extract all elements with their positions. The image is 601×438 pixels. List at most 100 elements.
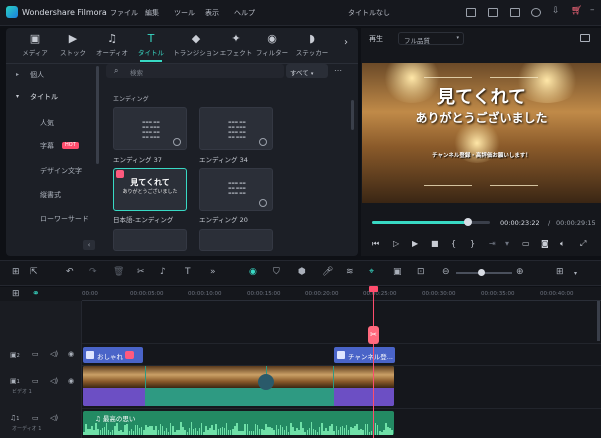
volume-icon[interactable]: ◁) bbox=[50, 377, 58, 385]
layout-grid-icon[interactable]: ⊞ bbox=[12, 267, 20, 277]
cart-icon[interactable]: 🛒︎ bbox=[571, 6, 582, 16]
collapse-sidebar-button[interactable]: ‹ bbox=[83, 240, 95, 250]
tab-titles[interactable]: T タイトル bbox=[132, 32, 170, 60]
menu-file[interactable]: ファイル bbox=[110, 8, 138, 18]
layout-icon[interactable] bbox=[510, 8, 520, 17]
tab-audio[interactable]: ♫ オーディオ bbox=[93, 32, 131, 60]
timeline-scrollbar[interactable] bbox=[597, 301, 600, 341]
monitor-icon[interactable] bbox=[466, 8, 476, 17]
pip-icon[interactable]: ▣ bbox=[393, 267, 402, 277]
folder-icon[interactable]: ▭ bbox=[32, 377, 39, 385]
sidebar-item-personal[interactable]: 個人 bbox=[30, 70, 44, 80]
menu-edit[interactable]: 編集 bbox=[145, 8, 159, 18]
play-reverse-icon[interactable]: ▶ bbox=[412, 239, 418, 248]
split-icon[interactable]: ✂ bbox=[137, 267, 145, 277]
tab-transitions[interactable]: ◆ トランジション bbox=[173, 32, 219, 60]
sidebar-item-subtitles[interactable]: 字幕 bbox=[40, 141, 54, 151]
mark-out-icon[interactable]: } bbox=[470, 239, 475, 248]
grid-view-icon[interactable]: ⊞ bbox=[556, 267, 564, 277]
more-tools-icon[interactable]: » bbox=[210, 267, 216, 277]
sidebar-item-popular[interactable]: 人気 bbox=[40, 118, 54, 128]
chevron-down-icon[interactable]: ▾ bbox=[505, 239, 509, 248]
menu-view[interactable]: 表示 bbox=[205, 8, 219, 18]
delete-icon[interactable]: 🗑︎ bbox=[113, 267, 124, 277]
link-icon[interactable]: ⚭ bbox=[32, 289, 40, 299]
folder-icon[interactable]: ▭ bbox=[32, 350, 39, 358]
tab-stickers[interactable]: ◗ ステッカー bbox=[292, 32, 332, 60]
zoom-out-icon[interactable]: ⊖ bbox=[442, 267, 450, 277]
render-icon[interactable]: ◉ bbox=[249, 267, 257, 277]
redo-icon[interactable]: ↷ bbox=[89, 267, 97, 277]
download-icon[interactable] bbox=[259, 138, 267, 146]
more-icon[interactable]: ⋯ bbox=[334, 66, 342, 75]
video-preview[interactable]: 見てくれて ありがとうございました チャンネル登録・高評価お願いします！ bbox=[362, 63, 601, 203]
download-icon[interactable] bbox=[173, 138, 181, 146]
chevron-down-icon[interactable]: ▾ bbox=[574, 270, 577, 277]
shield-icon[interactable]: ⛉ bbox=[273, 267, 280, 277]
voiceover-icon[interactable]: ≋ bbox=[346, 267, 354, 277]
save-icon[interactable] bbox=[488, 8, 498, 17]
eye-icon[interactable]: ◉ bbox=[68, 377, 74, 385]
title-thumbnail[interactable]: ▬▬▬ ▬▬ ▬▬ ▬▬▬ ▬▬▬ ▬▬ ▬▬ ▬▬▬ bbox=[113, 107, 187, 150]
playback-scrubber[interactable] bbox=[463, 218, 472, 226]
camera-icon[interactable]: ◙ bbox=[541, 239, 549, 248]
title-clip[interactable]: おしゃれ bbox=[83, 347, 143, 363]
account-icon[interactable] bbox=[531, 8, 541, 17]
title-thumbnail[interactable]: ▬▬▬ ▬▬ ▬▬ ▬▬▬ ▬▬▬ ▬▬ bbox=[199, 168, 273, 211]
marker-icon[interactable]: ⬢ bbox=[298, 267, 306, 277]
insert-icon[interactable]: ⇥ bbox=[489, 239, 496, 248]
fullscreen-icon[interactable]: ⤢ bbox=[580, 239, 586, 249]
download-icon[interactable] bbox=[259, 199, 267, 207]
text-tool-icon[interactable]: T bbox=[185, 267, 191, 277]
undo-icon[interactable]: ↶ bbox=[66, 267, 74, 277]
stop-icon[interactable]: ■ bbox=[431, 239, 439, 248]
add-track-icon[interactable]: ⊞ bbox=[12, 289, 20, 299]
chevron-down-icon[interactable]: ▾ bbox=[16, 93, 19, 100]
sidebar-item-titles[interactable]: タイトル bbox=[30, 92, 58, 102]
prev-frame-icon[interactable]: ⏮ bbox=[372, 239, 379, 249]
download-icon[interactable]: ⇩ bbox=[552, 6, 560, 16]
sidebar-item-vertical[interactable]: 縦書式 bbox=[40, 190, 61, 200]
volume-icon[interactable]: ◁) bbox=[50, 350, 58, 358]
tab-stock[interactable]: ▶ ストック bbox=[54, 32, 92, 60]
search-input[interactable]: ⌕ 検索 bbox=[106, 64, 284, 78]
select-tool-icon[interactable]: ⇱ bbox=[30, 267, 38, 277]
audio-detach-icon[interactable]: ♪ bbox=[160, 267, 166, 277]
playhead[interactable] bbox=[373, 287, 374, 438]
zoom-slider-knob[interactable] bbox=[478, 269, 485, 276]
playhead-handle[interactable] bbox=[369, 286, 378, 292]
split-marker-icon[interactable]: ✂ bbox=[368, 326, 379, 344]
library-scrollbar[interactable] bbox=[351, 100, 354, 130]
play-icon[interactable]: ▷ bbox=[393, 239, 399, 248]
snapshot-icon[interactable] bbox=[580, 34, 590, 42]
snap-icon[interactable]: ⌖ bbox=[369, 267, 374, 277]
fit-icon[interactable]: ⊡ bbox=[417, 267, 425, 277]
sidebar-item-lower-third[interactable]: ローワーサード bbox=[40, 214, 89, 224]
quality-dropdown[interactable]: フル品質 ▾ bbox=[398, 32, 464, 45]
tab-media[interactable]: ▣ メディア bbox=[16, 32, 54, 60]
title-clip[interactable]: チャンネル登... bbox=[334, 347, 395, 363]
minimize-icon[interactable]: – bbox=[590, 5, 595, 15]
folder-icon[interactable]: ▭ bbox=[32, 414, 39, 422]
mark-in-icon[interactable]: { bbox=[451, 239, 456, 248]
tab-filters[interactable]: ◉ フィルター bbox=[252, 32, 292, 60]
chevron-right-icon[interactable]: ▸ bbox=[16, 71, 19, 78]
sidebar-item-design-text[interactable]: デザイン文字 bbox=[40, 166, 82, 176]
menu-help[interactable]: ヘルプ bbox=[234, 8, 255, 18]
volume-icon[interactable]: 🔈︎ bbox=[560, 239, 565, 249]
video-clip[interactable] bbox=[83, 366, 394, 406]
microphone-icon[interactable]: 🎤︎ bbox=[322, 267, 333, 277]
title-thumbnail[interactable] bbox=[199, 229, 273, 251]
title-thumbnail-selected[interactable]: 見てくれて ありがとうございました bbox=[113, 168, 187, 211]
transition-marker-icon[interactable] bbox=[258, 374, 274, 390]
sidebar-scrollbar[interactable] bbox=[96, 66, 99, 164]
volume-icon[interactable]: ◁) bbox=[50, 414, 58, 422]
tab-effects[interactable]: ✦ エフェクト bbox=[216, 32, 256, 60]
display-icon[interactable]: ▭ bbox=[522, 239, 530, 248]
title-thumbnail[interactable]: ▬▬▬ ▬▬ ▬▬ ▬▬▬ ▬▬▬ ▬▬ ▬▬ ▬▬▬ bbox=[199, 107, 273, 150]
title-thumbnail[interactable] bbox=[113, 229, 187, 251]
eye-icon[interactable]: ◉ bbox=[68, 350, 74, 358]
menu-tools[interactable]: ツール bbox=[174, 8, 195, 18]
chevron-right-icon[interactable]: › bbox=[344, 37, 348, 48]
zoom-in-icon[interactable]: ⊕ bbox=[516, 267, 524, 277]
